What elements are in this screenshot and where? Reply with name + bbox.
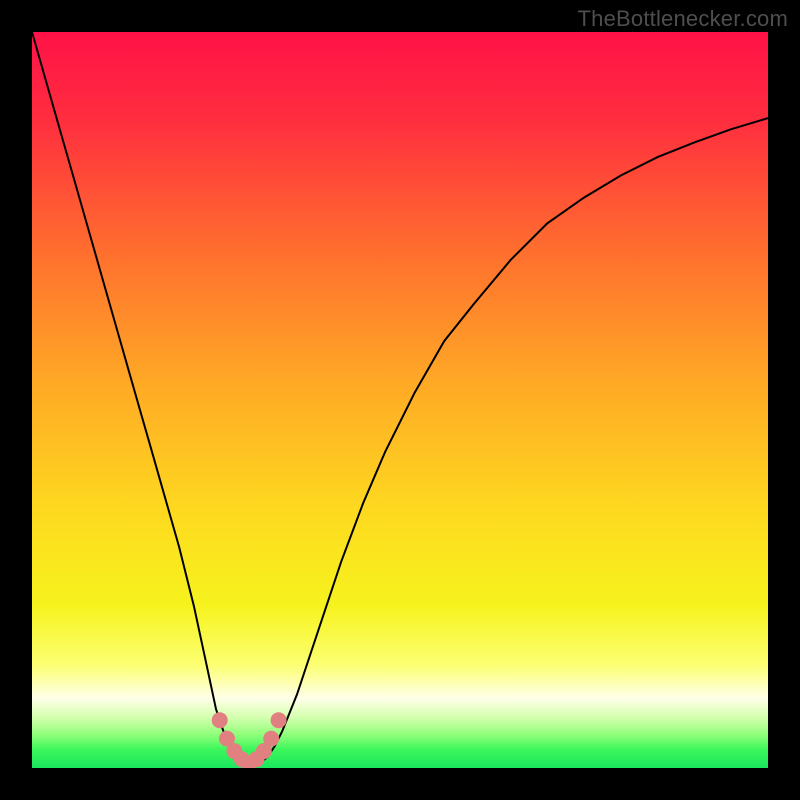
plot-area (32, 32, 768, 768)
bottleneck-curve (32, 32, 768, 768)
highlight-dot (271, 712, 287, 728)
highlight-dot (263, 731, 279, 747)
watermark-text: TheBottlenecker.com (578, 6, 788, 32)
highlight-dot (212, 712, 228, 728)
chart-frame: TheBottlenecker.com (0, 0, 800, 800)
